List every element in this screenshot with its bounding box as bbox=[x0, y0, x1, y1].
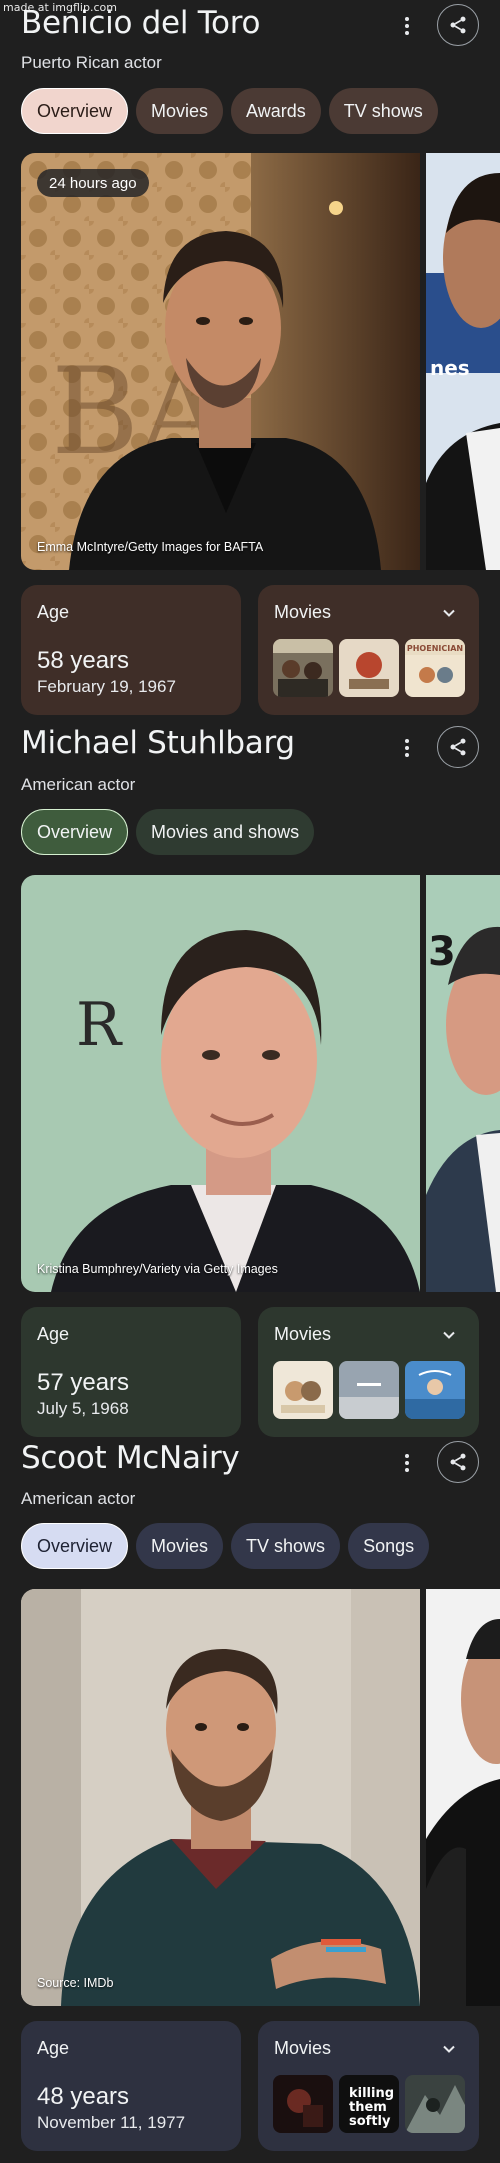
chevron-down-icon[interactable] bbox=[439, 603, 459, 623]
birth-date: November 11, 1977 bbox=[37, 2113, 186, 2132]
age-card: Age 58 years February 19, 1967 bbox=[21, 585, 241, 715]
svg-text:3: 3 bbox=[428, 929, 456, 975]
entity-subtitle: Puerto Rican actor bbox=[21, 53, 162, 72]
tab-tv-shows[interactable]: TV shows bbox=[231, 1523, 341, 1569]
photo-timestamp-badge: 24 hours ago bbox=[37, 169, 149, 197]
more-options-button[interactable] bbox=[395, 732, 419, 764]
knowledge-panel-mcnairy: Scoot McNairy American actor Overview Mo… bbox=[0, 1435, 500, 2163]
tab-bar: Overview Movies Awards TV shows bbox=[21, 88, 438, 134]
tab-movies[interactable]: Movies bbox=[136, 88, 224, 134]
movie-poster[interactable] bbox=[339, 639, 399, 697]
tab-tv-shows[interactable]: TV shows bbox=[328, 88, 438, 134]
tab-overview[interactable]: Overview bbox=[21, 88, 129, 134]
entity-subtitle: American actor bbox=[21, 775, 136, 794]
share-button[interactable] bbox=[437, 4, 479, 46]
age-value: 57 years bbox=[37, 1369, 130, 1396]
chevron-down-icon[interactable] bbox=[439, 1325, 459, 1345]
tab-movies[interactable]: Movies bbox=[136, 1523, 224, 1569]
share-button[interactable] bbox=[437, 1441, 479, 1483]
age-card: Age 48 years November 11, 1977 bbox=[21, 2021, 241, 2151]
age-label: Age bbox=[37, 2038, 70, 2058]
share-icon bbox=[450, 1453, 466, 1471]
secondary-photo[interactable] bbox=[426, 1589, 500, 2006]
entity-name: Scoot McNairy bbox=[21, 1440, 240, 1476]
movie-poster[interactable] bbox=[273, 1361, 333, 1419]
age-label: Age bbox=[37, 1324, 70, 1344]
movie-posters bbox=[273, 1361, 465, 1419]
movies-label: Movies bbox=[274, 602, 332, 622]
photo-credit: Kristina Bumphrey/Variety via Getty Imag… bbox=[37, 1262, 278, 1276]
movie-poster[interactable] bbox=[273, 639, 333, 697]
photo-credit: Source: IMDb bbox=[37, 1976, 114, 1990]
movie-poster[interactable] bbox=[273, 2075, 333, 2133]
age-card: Age 57 years July 5, 1968 bbox=[21, 1307, 241, 1437]
movie-poster[interactable] bbox=[405, 1361, 465, 1419]
svg-text:nes: nes bbox=[430, 356, 470, 380]
movies-label: Movies bbox=[274, 2038, 332, 2058]
share-icon bbox=[450, 738, 466, 756]
more-options-button[interactable] bbox=[395, 1447, 419, 1479]
tab-movies-and-shows[interactable]: Movies and shows bbox=[136, 809, 315, 855]
movies-card[interactable]: Movies killing them softly bbox=[258, 2021, 479, 2151]
tab-songs[interactable]: Songs bbox=[348, 1523, 430, 1569]
movie-poster[interactable] bbox=[405, 2075, 465, 2133]
age-value: 58 years bbox=[37, 647, 130, 674]
secondary-photo[interactable]: 3 bbox=[426, 875, 500, 1292]
movie-poster[interactable]: killing them softly bbox=[339, 2075, 399, 2133]
tab-overview[interactable]: Overview bbox=[21, 1523, 129, 1569]
movies-card[interactable]: Movies bbox=[258, 1307, 479, 1437]
tab-overview[interactable]: Overview bbox=[21, 809, 129, 855]
knowledge-panel-benicio: Benicio del Toro Puerto Rican actor Over… bbox=[0, 0, 500, 720]
imgflip-watermark: made at imgflip.com bbox=[3, 1, 117, 14]
tab-bar: Overview Movies and shows bbox=[21, 809, 315, 855]
more-options-button[interactable] bbox=[395, 10, 419, 42]
share-button[interactable] bbox=[437, 726, 479, 768]
main-photo[interactable]: R Kristina Bumphrey/Variety via Getty Im… bbox=[21, 875, 420, 1292]
birth-date: July 5, 1968 bbox=[37, 1399, 129, 1418]
tab-bar: Overview Movies TV shows Songs bbox=[21, 1523, 430, 1569]
entity-name: Michael Stuhlbarg bbox=[21, 725, 295, 761]
entity-subtitle: American actor bbox=[21, 1489, 136, 1508]
chevron-down-icon[interactable] bbox=[439, 2039, 459, 2059]
svg-text:R: R bbox=[76, 990, 123, 1060]
poster-title: PHOENICIAN bbox=[407, 644, 463, 653]
movie-posters: PHOENICIAN bbox=[273, 639, 465, 697]
main-photo[interactable]: Source: IMDb bbox=[21, 1589, 420, 2006]
movie-poster[interactable] bbox=[339, 1361, 399, 1419]
tab-awards[interactable]: Awards bbox=[231, 88, 321, 134]
share-icon bbox=[450, 16, 466, 34]
movie-posters: killing them softly bbox=[273, 2075, 465, 2133]
age-label: Age bbox=[37, 602, 70, 622]
movies-card[interactable]: Movies PHOENICIAN bbox=[258, 585, 479, 715]
knowledge-panel-stuhlbarg: Michael Stuhlbarg American actor Overvie… bbox=[0, 720, 500, 1437]
birth-date: February 19, 1967 bbox=[37, 677, 176, 696]
main-photo[interactable]: BA 24 hours ago Emma McIntyre/Getty Imag… bbox=[21, 153, 420, 570]
photo-credit: Emma McIntyre/Getty Images for BAFTA bbox=[37, 540, 264, 554]
movie-poster[interactable]: PHOENICIAN bbox=[405, 639, 465, 697]
secondary-photo[interactable]: nes bbox=[426, 153, 500, 570]
movies-label: Movies bbox=[274, 1324, 332, 1344]
age-value: 48 years bbox=[37, 2083, 130, 2110]
